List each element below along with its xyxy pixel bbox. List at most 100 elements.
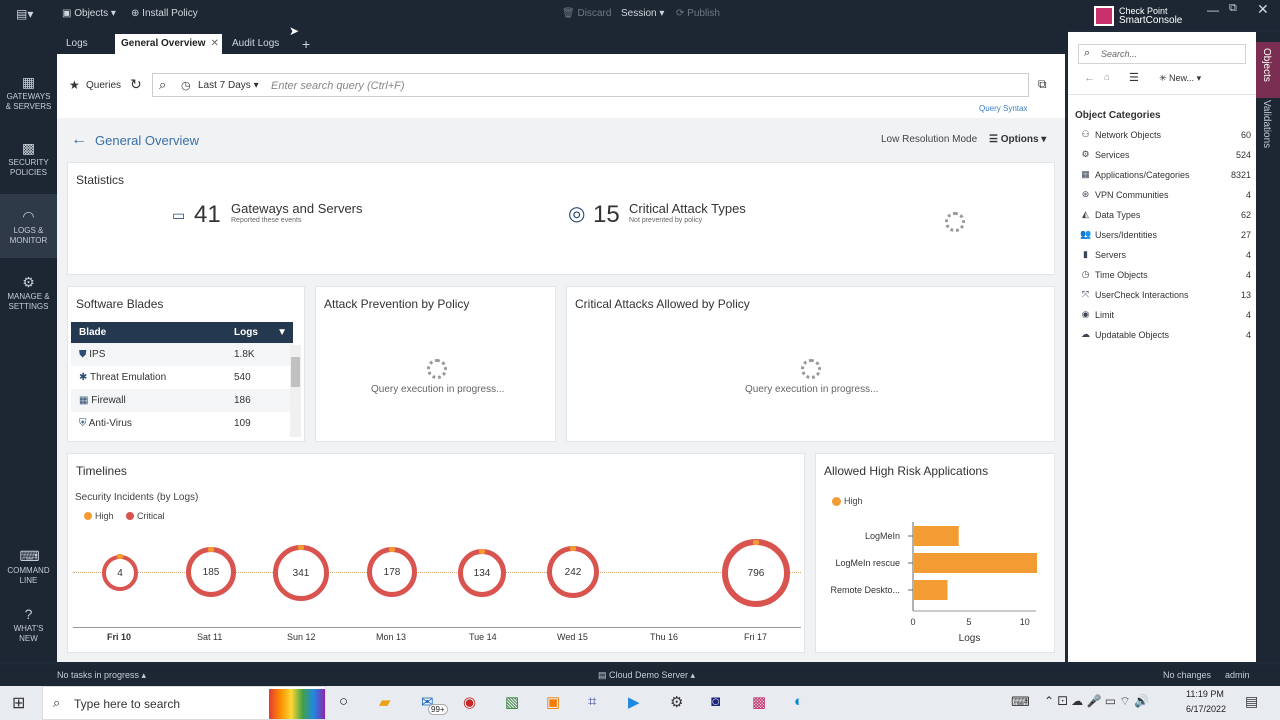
tasks-status[interactable]: No tasks in progress ▴ [57,670,146,681]
object-search-box[interactable]: ⌕ Search... [1078,44,1246,64]
logs-column-header[interactable]: Logs ▼ [226,322,293,343]
session-menu[interactable]: Session ▾ [621,8,664,19]
side-tab-validations[interactable]: Validations [1256,100,1280,160]
low-resolution-toggle[interactable]: Low Resolution Mode [881,134,977,145]
bar[interactable] [914,553,1037,573]
teams-icon[interactable]: ◙ [711,693,720,710]
category-updatable-objects[interactable]: ☁ Updatable Objects 4 [1076,326,1251,346]
high-marker [753,540,759,545]
nav-whats-new[interactable]: ? WHAT'S NEW [0,606,57,644]
category-limit[interactable]: ◉ Limit 4 [1076,306,1251,326]
search-input[interactable]: Enter search query (Ctrl+F) [271,80,405,92]
minimize-icon[interactable]: — [1207,3,1219,17]
category-vpn-communities[interactable]: ⊛ VPN Communities 4 [1076,186,1251,206]
legend-high-label: High [95,511,114,521]
category-count: 524 [1235,150,1251,160]
side-tab-objects[interactable]: Objects [1256,42,1280,98]
data-types-icon: ◭ [1082,209,1089,219]
windows-start-icon[interactable]: ⊞ [12,693,25,713]
tab-logs[interactable]: Logs [60,34,94,54]
table-row[interactable]: ▦ Firewall 186 [71,389,293,412]
timeline-bubble[interactable]: 178 [367,547,417,597]
close-icon[interactable]: ✕ [1257,1,1269,18]
gateways-label: Gateways and Servers [231,201,363,216]
options-menu[interactable]: ☰ Options ▾ [989,134,1046,145]
timelines-subtitle: Security Incidents (by Logs) [75,492,199,503]
critical-attacks-status: Query execution in progress... [745,384,879,395]
publish-button[interactable]: ⟳ Publish [676,8,720,19]
nav-security-policies[interactable]: ▩ SECURITY POLICIES [0,140,57,178]
timeline-bubble[interactable]: 242 [547,546,599,598]
app-icon[interactable]: ▧ [505,693,519,711]
objects-menu[interactable]: ▣ Objects ▾ [62,8,116,19]
gateways-icon: ▦ [21,74,36,90]
network-app-icon[interactable]: ⌗ [588,693,596,710]
time-range-select[interactable]: Last 7 Days ▾ [198,80,259,91]
category-data-types[interactable]: ◭ Data Types 62 [1076,206,1251,226]
x-tick-label: 10 [1020,617,1030,627]
star-icon[interactable]: ★ [69,78,80,92]
file-explorer-icon[interactable]: ▰ [379,693,391,711]
zoom-icon[interactable]: ▶ [628,693,640,711]
discard-button[interactable]: 🗑 Discard [562,8,611,19]
high-marker [208,547,214,552]
table-row[interactable]: ⛨ Anti-Virus 109 [71,412,293,435]
bar[interactable] [914,580,948,600]
search-box[interactable]: ⌕ ◷ Last 7 Days ▾ Enter search query (Ct… [152,73,1029,97]
category-time-objects[interactable]: ◷ Time Objects 4 [1076,266,1251,286]
queries-button[interactable]: Queries [86,80,121,91]
edge-icon[interactable]: ◐ [794,693,803,710]
blade-column-header[interactable]: Blade [71,322,226,343]
back-icon[interactable]: ← [1084,72,1095,84]
keyboard-icon[interactable]: ⌨ [1011,694,1030,710]
timeline-bubble[interactable]: 341 [273,545,329,601]
close-tab-icon[interactable]: ✕ [211,38,219,49]
category-network-objects[interactable]: ⚇ Network Objects 60 [1076,126,1251,146]
cortana-icon[interactable]: ○ [339,693,348,710]
object-search-input[interactable]: Search... [1101,49,1137,59]
tab-general-overview[interactable]: General Overview ✕ [115,34,222,54]
list-view-icon[interactable]: ☰ [1129,71,1139,84]
copy-icon[interactable]: ⧉ [1038,77,1047,92]
taskbar-search-input[interactable]: Type here to search [74,697,180,711]
timeline-bubble[interactable]: 796 [722,539,790,607]
nav-command-line[interactable]: ⌨ COMMAND LINE [0,548,57,586]
nav-gateways-servers[interactable]: ▦ GATEWAYS & SERVERS [0,74,57,112]
category-usercheck[interactable]: ⤧ UserCheck Interactions 13 [1076,286,1251,306]
category-users-identities[interactable]: 👥 Users/Identities 27 [1076,226,1251,246]
notifications-icon[interactable]: ▤ [1245,693,1258,710]
tray-icons[interactable]: ⌃ ⚀ ☁ 🎤 ▭ ⌔ 🔊 [1044,694,1149,709]
query-syntax-link[interactable]: Query Syntax [979,104,1027,113]
snip-icon[interactable]: ▣ [546,693,560,711]
scrollbar-thumb[interactable] [291,357,300,387]
taskbar-search-box[interactable]: ⌕ Type here to search [42,686,326,720]
brand-line2: SmartConsole [1119,15,1183,26]
nav-manage-settings[interactable]: ⚙ MANAGE & SETTINGS [0,274,57,312]
maximize-icon[interactable]: ⧉ [1229,2,1237,15]
settings-icon[interactable]: ⚙ [670,693,683,711]
timeline-bubble[interactable]: 4 [102,554,138,591]
chrome-icon[interactable]: ◉ [463,693,476,711]
blades-scrollbar[interactable] [290,345,301,437]
timeline-bubble[interactable]: 134 [458,549,506,597]
category-applications[interactable]: ▦ Applications/Categories 8321 [1076,166,1251,186]
home-icon[interactable]: ⌂ [1104,72,1110,83]
gateways-count: 41 [194,201,221,228]
server-label: Cloud Demo Server [609,670,689,680]
bar[interactable] [914,526,959,546]
install-policy-button[interactable]: ⊕ Install Policy [131,8,198,19]
server-status[interactable]: ▤ Cloud Demo Server ▴ [598,670,695,681]
back-arrow-icon[interactable]: ← [71,131,87,149]
table-row[interactable]: ⛊ IPS 1.8K [71,343,293,366]
tab-audit-logs[interactable]: Audit Logs [226,34,285,54]
category-services[interactable]: ⚙ Services 524 [1076,146,1251,166]
refresh-icon[interactable]: ↻ [130,76,142,93]
app-menu-icon[interactable]: ▤▾ [16,7,33,21]
nav-logs-monitor[interactable]: ◠ LOGS & MONITOR [0,194,57,258]
smartconsole-taskbar-icon[interactable]: ▩ [752,693,766,711]
left-navigation: ▦ GATEWAYS & SERVERS ▩ SECURITY POLICIES… [0,54,57,662]
category-servers[interactable]: ▮ Servers 4 [1076,246,1251,266]
timeline-bubble[interactable]: 185 [186,547,236,597]
new-object-button[interactable]: ✳ New... ▾ [1159,73,1201,84]
table-row[interactable]: ✱ Threat Emulation 540 [71,366,293,389]
